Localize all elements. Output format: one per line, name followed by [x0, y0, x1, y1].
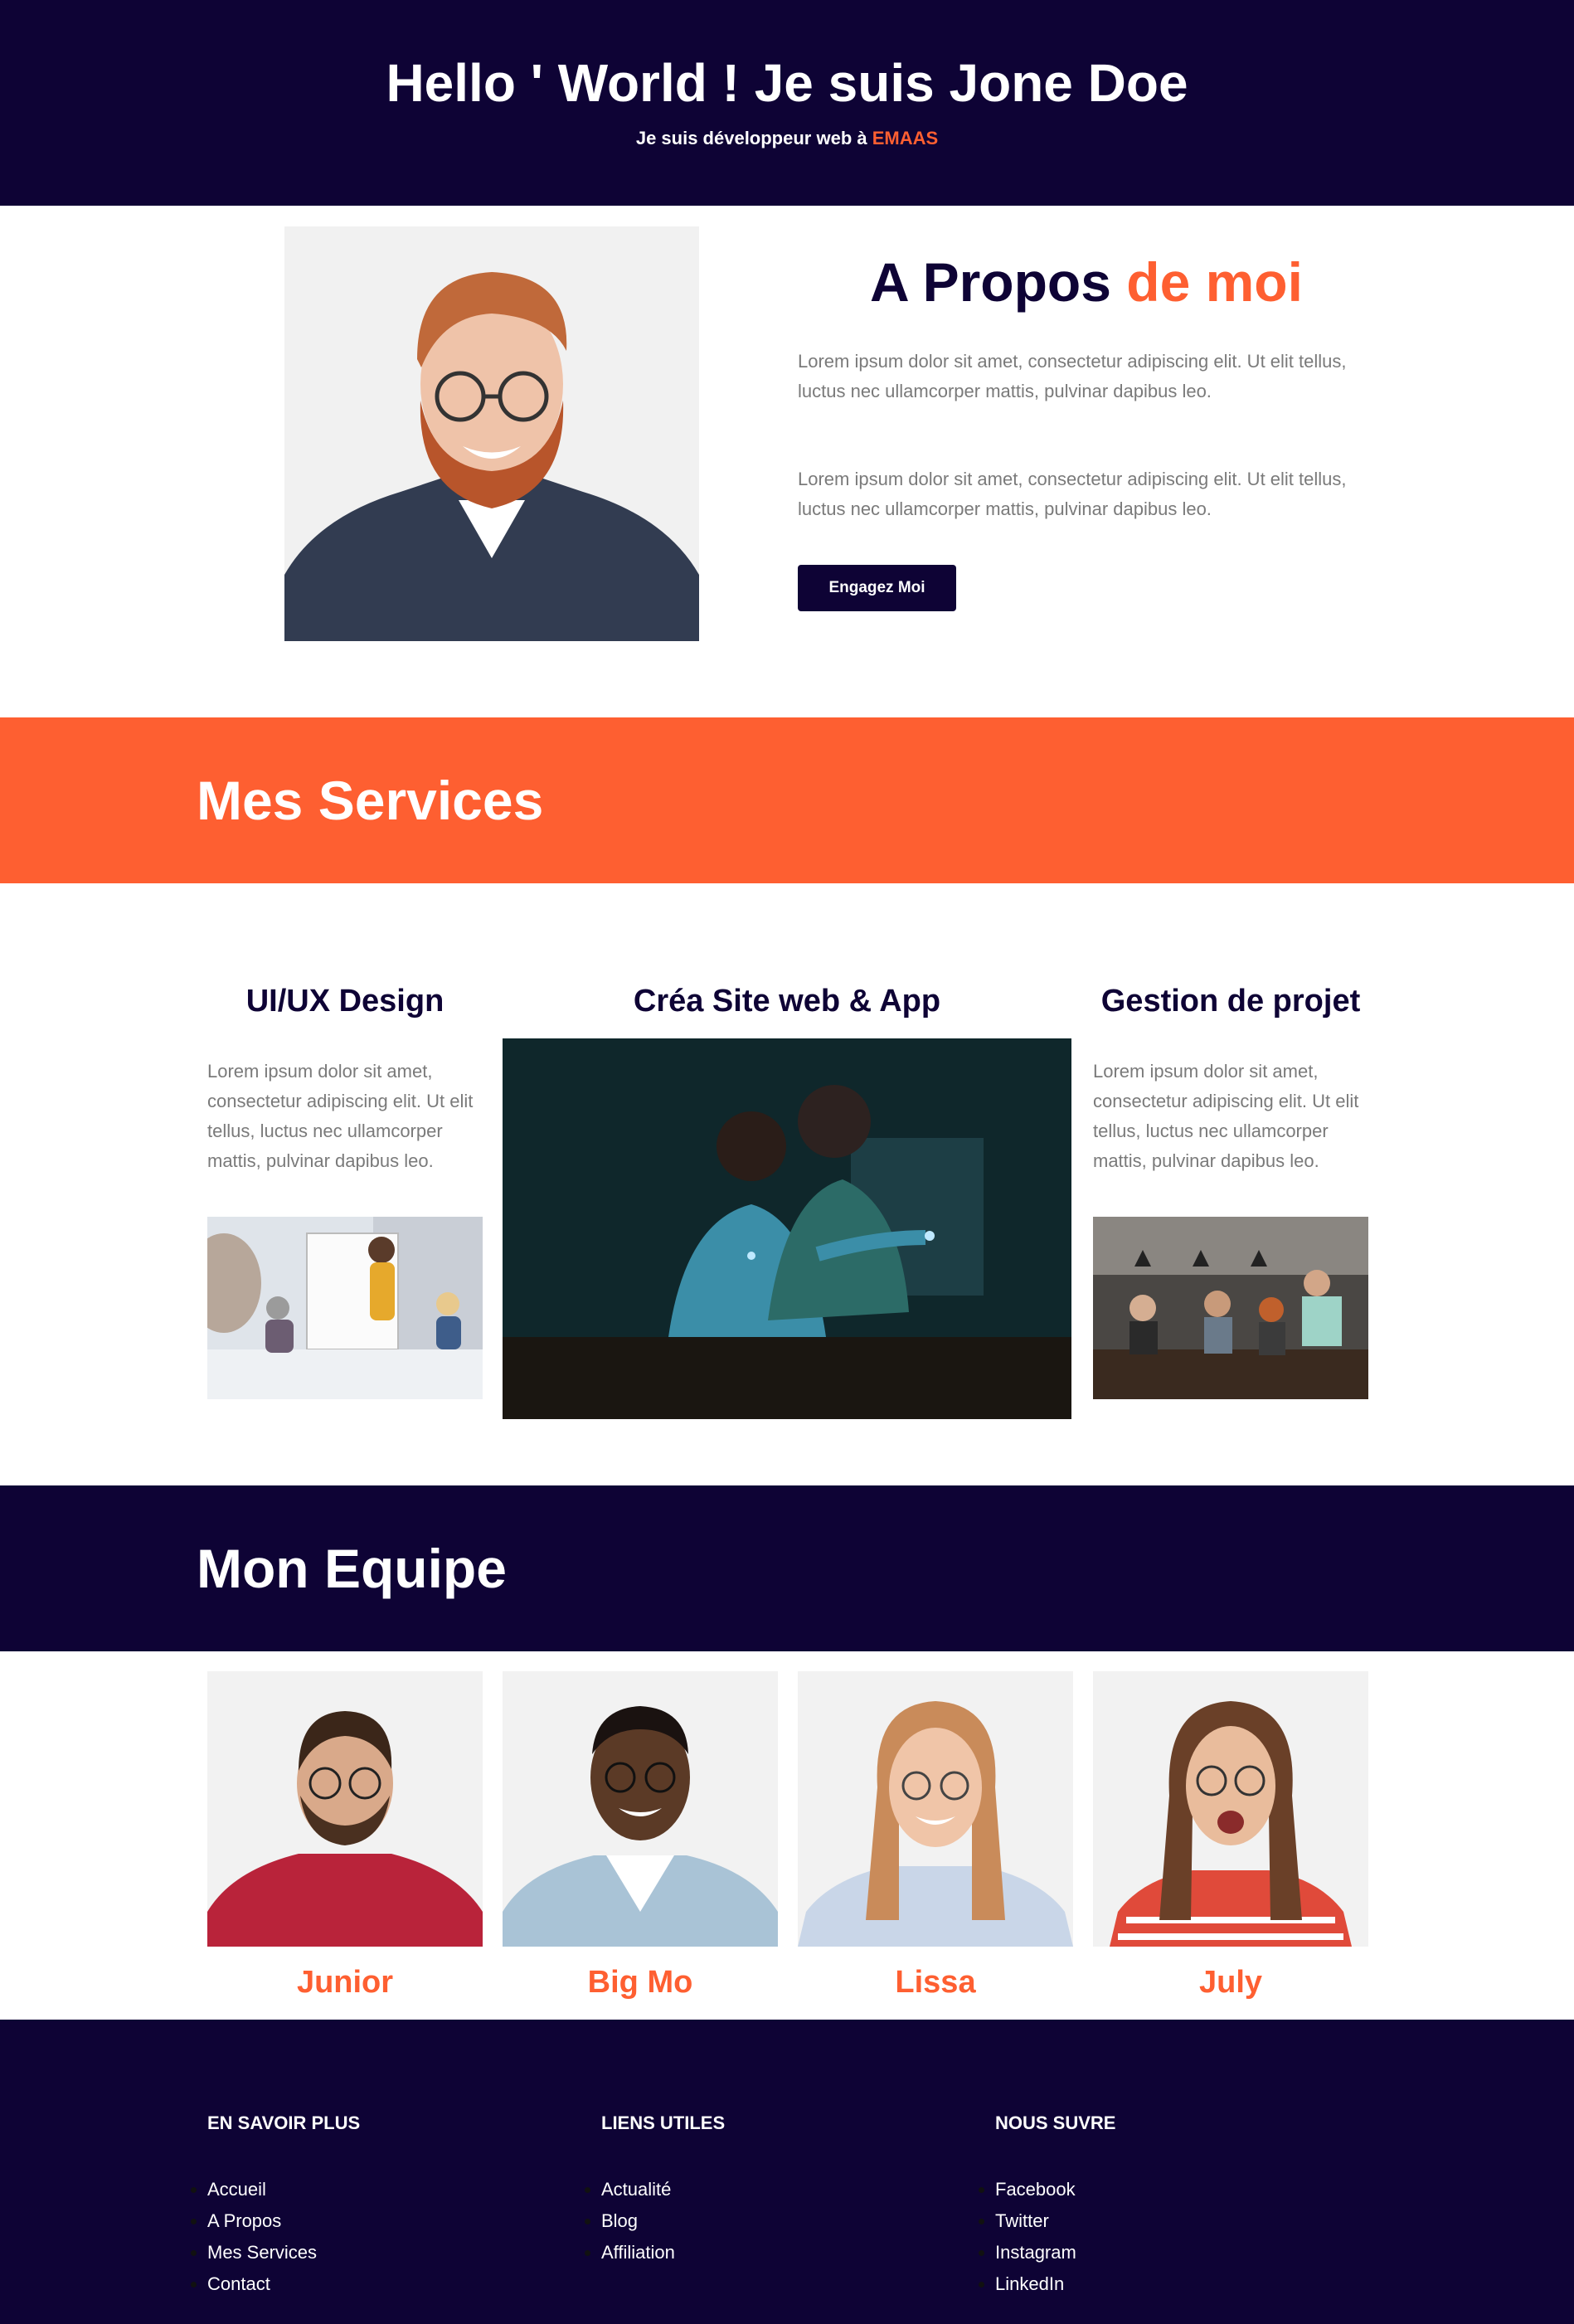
footer-link-facebook[interactable]: Facebook — [995, 2174, 1076, 2205]
footer-links-useful: Actualité Blog Affiliation — [601, 2174, 675, 2268]
service-text-uiux: Lorem ipsum dolor sit amet, consectetur … — [207, 1061, 474, 1171]
team-heading: Mon Equipe — [197, 1538, 507, 1599]
portrait-image — [284, 226, 699, 641]
team-cafe-illustration — [1093, 1217, 1368, 1399]
hire-me-button[interactable]: Engagez Moi — [798, 565, 956, 611]
developers-illustration — [503, 1038, 1071, 1419]
member-photo-junior — [207, 1671, 483, 1947]
meeting-image — [207, 1217, 483, 1399]
footer-links-learn-more: Accueil A Propos Mes Services Contact — [207, 2174, 317, 2300]
services-banner: Mes Services — [0, 717, 1574, 883]
team-banner: Mon Equipe — [0, 1485, 1574, 1651]
services-heading: Mes Services — [197, 770, 544, 831]
member-photo-big-mo — [503, 1671, 778, 1947]
footer-link-twitter[interactable]: Twitter — [995, 2205, 1076, 2237]
member-name-junior: Junior — [296, 1965, 394, 2000]
about-title: A Propos de moi — [796, 246, 1377, 318]
footer-link-instagram[interactable]: Instagram — [995, 2237, 1076, 2268]
site-footer: EN SAVOIR PLUS Accueil A Propos Mes Serv… — [0, 2020, 1574, 2324]
footer-link-a-propos[interactable]: A Propos — [207, 2205, 317, 2237]
footer-link-services[interactable]: Mes Services — [207, 2237, 317, 2268]
about-paragraph-1: Lorem ipsum dolor sit amet, consectetur … — [798, 351, 1347, 401]
about-title-highlight: de moi — [1126, 251, 1303, 313]
member-photo-july — [1093, 1671, 1368, 1947]
footer-link-affiliation[interactable]: Affiliation — [601, 2237, 675, 2268]
footer-link-actualite[interactable]: Actualité — [601, 2174, 675, 2205]
july-portrait — [1093, 1671, 1368, 1947]
service-title-web-app: Créa Site web & App — [633, 984, 941, 1019]
developers-image — [503, 1038, 1071, 1419]
member-name-july: July — [1198, 1965, 1263, 2000]
member-name-lissa: Lissa — [895, 1965, 976, 2000]
company-name: EMAAS — [872, 128, 939, 148]
footer-link-contact[interactable]: Contact — [207, 2268, 317, 2300]
about-paragraph-2: Lorem ipsum dolor sit amet, consectetur … — [798, 469, 1347, 519]
footer-heading-useful-links: LIENS UTILES — [601, 2113, 726, 2133]
footer-link-blog[interactable]: Blog — [601, 2205, 675, 2237]
about-title-main: A Propos — [870, 251, 1127, 313]
lissa-portrait — [798, 1671, 1073, 1947]
member-photo-lissa — [798, 1671, 1073, 1947]
hero-section: Hello ' World ! Je suis Jone Doe Je suis… — [0, 0, 1574, 206]
service-text-project: Lorem ipsum dolor sit amet, consectetur … — [1093, 1061, 1359, 1171]
meeting-illustration — [207, 1217, 483, 1399]
about-photo — [284, 226, 699, 641]
footer-heading-learn-more: EN SAVOIR PLUS — [207, 2113, 361, 2133]
service-title-project: Gestion de projet — [1100, 984, 1361, 1019]
footer-link-linkedin[interactable]: LinkedIn — [995, 2268, 1076, 2300]
footer-heading-follow-us: NOUS SUVRE — [995, 2113, 1116, 2133]
footer-link-accueil[interactable]: Accueil — [207, 2174, 317, 2205]
member-name-big-mo: Big Mo — [587, 1965, 693, 2000]
team-cafe-image — [1093, 1217, 1368, 1399]
big-mo-portrait — [503, 1671, 778, 1947]
hero-subtitle-text: Je suis développeur web à — [635, 128, 872, 148]
hero-title: Hello ' World ! Je suis Jone Doe — [386, 53, 1188, 113]
service-title-uiux: UI/UX Design — [245, 984, 445, 1019]
junior-portrait — [207, 1671, 483, 1947]
footer-links-social: Facebook Twitter Instagram LinkedIn — [995, 2174, 1076, 2300]
hero-subtitle: Je suis développeur web à EMAAS — [0, 126, 1574, 151]
